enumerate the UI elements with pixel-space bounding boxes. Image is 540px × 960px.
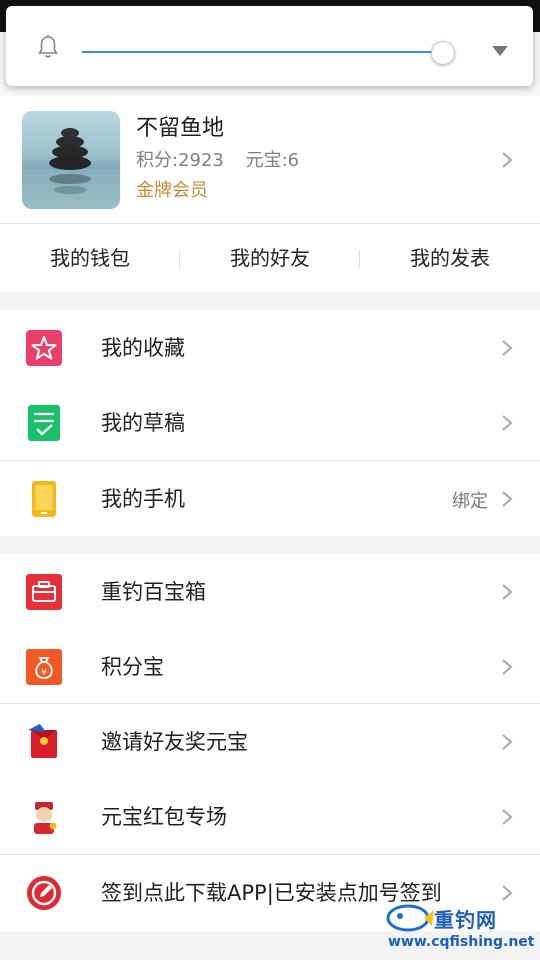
membership-badge: 金牌会员 xyxy=(136,180,208,201)
phone-icon xyxy=(32,481,56,517)
watermark-url: www.cqfishing.net xyxy=(388,934,535,950)
ingot-count: 元宝:6 xyxy=(245,150,300,171)
star-icon xyxy=(26,330,62,366)
wallet-link[interactable]: 我的钱包 xyxy=(0,224,180,292)
posts-link[interactable]: 我的发表 xyxy=(360,224,540,292)
chevron-right-icon xyxy=(502,734,513,750)
fortune-god-icon xyxy=(34,802,57,834)
svg-text:¥: ¥ xyxy=(41,668,47,678)
menu-item-points-shop[interactable]: ¥ 积分宝 xyxy=(0,629,540,704)
chevron-right-icon xyxy=(502,809,513,825)
chevron-right-icon xyxy=(502,415,513,431)
menu-item-label: 邀请好友奖元宝 xyxy=(101,730,248,754)
menu-item-label: 元宝红包专场 xyxy=(101,805,227,829)
menu-item-toolbox[interactable]: 重钓百宝箱 xyxy=(0,554,540,629)
menu-item-phone[interactable]: 我的手机 绑定 xyxy=(0,461,540,536)
toolbox-icon xyxy=(26,574,62,610)
shortcut-bar: 我的钱包 我的好友 我的发表 xyxy=(0,224,540,292)
menu-group-services: 重钓百宝箱 ¥ 积分宝 邀请好友奖元宝 元宝红包专场 签到点此下载APP|已安装… xyxy=(0,554,540,931)
expand-down-icon[interactable] xyxy=(490,44,510,58)
signin-pen-icon xyxy=(27,876,61,910)
menu-item-invite[interactable]: 邀请好友奖元宝 xyxy=(0,704,540,779)
chevron-right-icon xyxy=(502,340,513,356)
menu-group-personal: 我的收藏 我的草稿 我的手机 绑定 xyxy=(0,310,540,536)
bind-status: 绑定 xyxy=(452,491,488,512)
points-count: 积分:2923 xyxy=(136,150,224,171)
draft-check-icon xyxy=(28,405,60,441)
menu-item-drafts[interactable]: 我的草稿 xyxy=(0,385,540,460)
profile-card[interactable]: 不留鱼地 积分:2923 元宝:6 金牌会员 xyxy=(0,96,540,224)
brightness-slider-track[interactable] xyxy=(82,51,454,53)
avatar[interactable] xyxy=(22,111,120,209)
brightness-slider-thumb[interactable] xyxy=(431,41,455,65)
money-bag-icon: ¥ xyxy=(26,649,62,685)
chevron-right-icon xyxy=(502,584,513,600)
watermark-brand: 重钓网 xyxy=(434,908,497,932)
friends-link[interactable]: 我的好友 xyxy=(180,224,360,292)
username: 不留鱼地 xyxy=(136,116,225,141)
menu-item-redpacket[interactable]: 元宝红包专场 xyxy=(0,779,540,854)
chevron-right-icon xyxy=(502,885,513,901)
menu-item-label: 我的草稿 xyxy=(101,411,185,435)
menu-item-label: 积分宝 xyxy=(101,655,164,679)
menu-item-favorites[interactable]: 我的收藏 xyxy=(0,310,540,385)
chevron-right-icon xyxy=(502,491,513,507)
brightness-panel xyxy=(6,6,533,86)
profile-stats: 积分:2923 元宝:6 xyxy=(136,146,315,172)
bell-icon[interactable] xyxy=(36,34,60,60)
menu-item-label: 重钓百宝箱 xyxy=(101,580,206,604)
red-envelope-icon xyxy=(28,724,57,758)
chevron-right-icon xyxy=(502,152,513,168)
menu-item-label: 我的手机 xyxy=(101,487,185,511)
site-watermark: 重钓网 www.cqfishing.net xyxy=(384,904,534,956)
menu-item-label: 我的收藏 xyxy=(101,336,185,360)
chevron-right-icon xyxy=(502,659,513,675)
fish-logo-icon xyxy=(386,904,434,932)
